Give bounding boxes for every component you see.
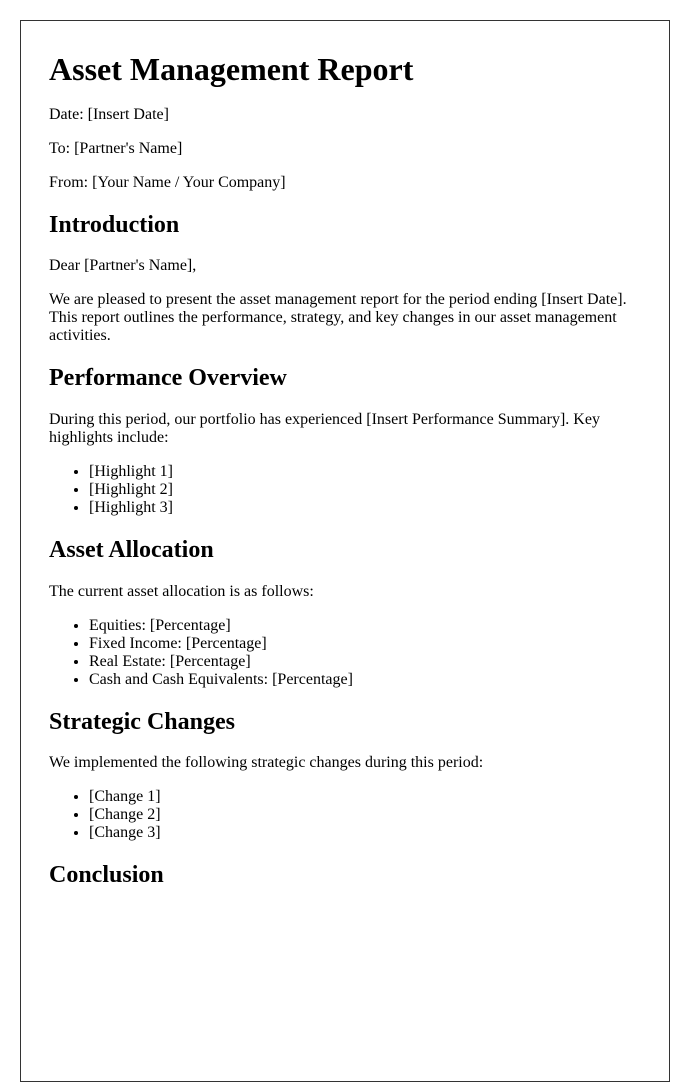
changes-list: [Change 1] [Change 2] [Change 3] <box>49 788 649 842</box>
list-item: [Change 2] <box>89 806 649 824</box>
allocation-heading: Asset Allocation <box>49 536 214 563</box>
list-item: Fixed Income: [Percentage] <box>89 635 649 653</box>
report-title: Asset Management Report <box>49 51 414 87</box>
allocation-body: The current asset allocation is as follo… <box>49 582 314 600</box>
strategy-heading: Strategic Changes <box>49 708 235 735</box>
performance-heading: Performance Overview <box>49 365 287 392</box>
list-item: Cash and Cash Equivalents: [Percentage] <box>89 671 649 689</box>
introduction-body: We are pleased to present the asset mana… <box>49 291 627 345</box>
from-line: From: [Your Name / Your Company] <box>49 173 286 191</box>
to-line: To: [Partner's Name] <box>49 139 183 157</box>
report-document: Asset Management Report Date: [Insert Da… <box>20 20 670 1082</box>
introduction-heading: Introduction <box>49 211 180 238</box>
conclusion-heading: Conclusion <box>49 862 164 889</box>
highlights-list: [Highlight 1] [Highlight 2] [Highlight 3… <box>49 463 649 517</box>
list-item: Equities: [Percentage] <box>89 617 649 635</box>
allocation-list: Equities: [Percentage] Fixed Income: [Pe… <box>49 617 649 689</box>
performance-body: During this period, our portfolio has ex… <box>49 410 600 446</box>
list-item: [Highlight 2] <box>89 481 649 499</box>
list-item: [Highlight 3] <box>89 499 649 517</box>
salutation: Dear [Partner's Name], <box>49 257 197 275</box>
list-item: [Change 3] <box>89 824 649 842</box>
strategy-body: We implemented the following strategic c… <box>49 754 484 772</box>
date-line: Date: [Insert Date] <box>49 105 169 123</box>
list-item: [Change 1] <box>89 788 649 806</box>
list-item: Real Estate: [Percentage] <box>89 653 649 671</box>
list-item: [Highlight 1] <box>89 463 649 481</box>
